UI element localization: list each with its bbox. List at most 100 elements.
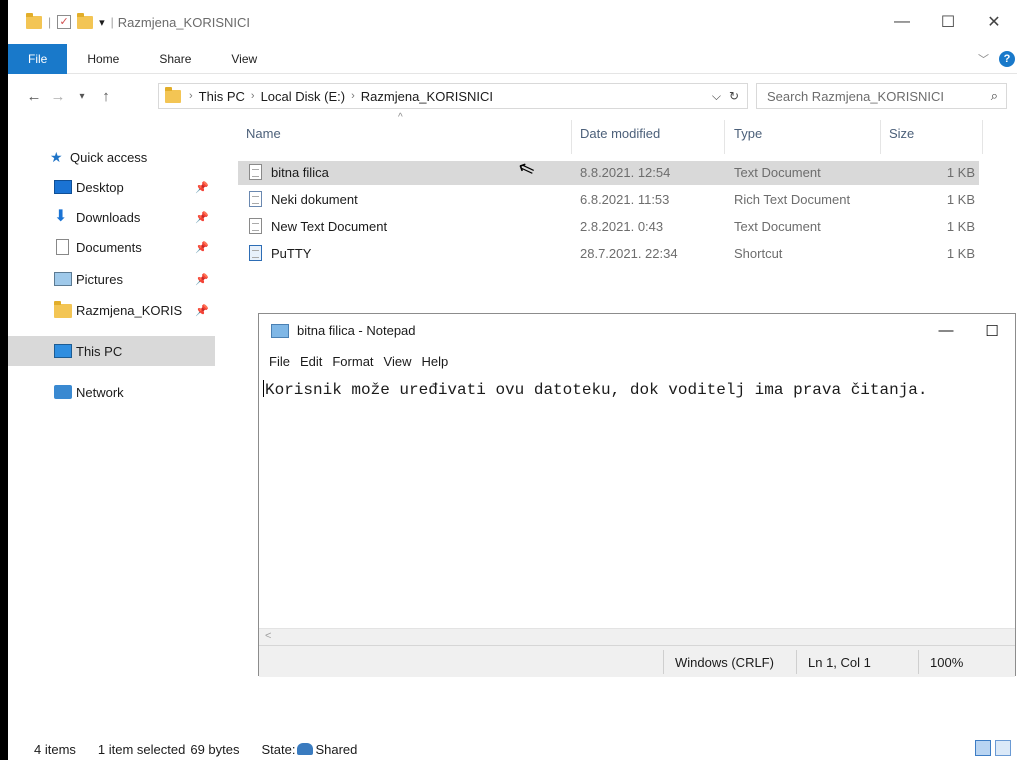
breadcrumb-chevron-icon[interactable]: › — [351, 90, 355, 102]
notepad-maximize-button[interactable]: ☐ — [969, 314, 1015, 347]
notepad-titlebar[interactable]: bitna filica - Notepad — ☐ — [259, 314, 1015, 347]
pin-icon[interactable]: 📌 — [195, 241, 209, 254]
file-type: Text Document — [734, 165, 821, 180]
pin-icon[interactable]: 📌 — [195, 273, 209, 286]
zoom-level: 100% — [930, 655, 964, 670]
nav-razmjena[interactable]: Razmjena_KORIS 📌 — [8, 295, 215, 325]
nav-quick-access[interactable]: ★ Quick access — [8, 142, 215, 172]
breadcrumb-chevron-icon[interactable]: › — [189, 90, 193, 102]
text-file-icon — [249, 218, 262, 234]
help-icon[interactable]: ? — [999, 50, 1015, 67]
file-type: Text Document — [734, 219, 821, 234]
file-size: 1 KB — [946, 192, 975, 207]
window-title: Razmjena_KORISNICI — [117, 14, 250, 30]
downloads-icon: ⬇ — [54, 208, 68, 225]
shared-users-icon — [297, 743, 314, 755]
properties-icon[interactable]: ✓ — [57, 15, 72, 29]
maximize-button[interactable]: ☐ — [925, 0, 971, 44]
scroll-left-icon[interactable]: < — [265, 630, 271, 642]
address-bar[interactable]: › This PC › Local Disk (E:) › Razmjena_K… — [158, 83, 748, 109]
item-count: 4 items — [34, 741, 76, 757]
search-icon[interactable]: ⌕ — [991, 88, 998, 104]
separator: | — [48, 15, 52, 29]
column-header-name[interactable]: Name — [246, 126, 281, 150]
tab-share[interactable]: Share — [139, 44, 211, 74]
tab-home[interactable]: Home — [67, 44, 139, 74]
search-placeholder: Search Razmjena_KORISNICI — [767, 88, 945, 104]
tab-file[interactable]: File — [8, 43, 68, 74]
file-date: 8.8.2021. 12:54 — [580, 165, 671, 180]
breadcrumb-this-pc[interactable]: This PC — [199, 89, 245, 104]
nav-this-pc[interactable]: This PC — [8, 336, 215, 366]
file-row[interactable]: bitna filica 8.8.2021. 12:54 Text Docume… — [238, 161, 979, 185]
tab-view[interactable]: View — [211, 44, 277, 74]
folder-icon — [165, 86, 181, 103]
file-row[interactable]: New Text Document 2.8.2021. 0:43 Text Do… — [238, 215, 979, 239]
address-row: ← → ▾ ↑ › This PC › Local Disk (E:) › Ra… — [8, 80, 1017, 112]
notepad-text-area[interactable]: Korisnik može uređivati ovu datoteku, do… — [263, 380, 1011, 399]
column-divider[interactable] — [880, 120, 881, 154]
minimize-button[interactable]: — — [879, 0, 925, 44]
star-icon: ★ — [50, 148, 63, 165]
breadcrumb-local-disk[interactable]: Local Disk (E:) — [261, 89, 346, 104]
nav-network[interactable]: Network — [8, 377, 215, 407]
menu-view[interactable]: View — [384, 354, 412, 369]
file-date: 6.8.2021. 11:53 — [580, 192, 670, 207]
file-row[interactable]: PuTTY 28.7.2021. 22:34 Shortcut 1 KB — [238, 242, 979, 266]
horizontal-scrollbar[interactable]: < — [259, 628, 1015, 645]
address-dropdown-icon[interactable]: ⌵ — [712, 89, 721, 104]
nav-downloads[interactable]: ⬇ Downloads 📌 — [8, 202, 215, 232]
up-arrow-icon[interactable]: ↑ — [94, 88, 118, 105]
forward-arrow-icon[interactable]: → — [46, 88, 70, 105]
file-size: 1 KB — [946, 246, 975, 261]
pictures-icon — [54, 272, 72, 286]
nav-label: Downloads — [76, 209, 141, 225]
nav-desktop[interactable]: Desktop 📌 — [8, 172, 215, 202]
menu-format[interactable]: Format — [332, 354, 373, 369]
column-header-size[interactable]: Size — [889, 126, 914, 150]
breadcrumb-chevron-icon[interactable]: › — [251, 90, 255, 102]
nav-label: Desktop — [76, 179, 124, 195]
file-size: 1 KB — [946, 219, 975, 234]
nav-label: Quick access — [70, 149, 148, 165]
column-header-type[interactable]: Type — [734, 126, 762, 150]
separator: | — [110, 15, 114, 29]
nav-documents[interactable]: Documents 📌 — [8, 232, 215, 262]
status-divider — [663, 650, 664, 674]
column-divider[interactable] — [982, 120, 983, 154]
pin-icon[interactable]: 📌 — [195, 211, 209, 224]
expand-ribbon-icon[interactable]: ﹀ — [978, 51, 989, 67]
refresh-icon[interactable]: ↻ — [729, 89, 739, 104]
breadcrumb-current-folder[interactable]: Razmjena_KORISNICI — [361, 89, 493, 104]
explorer-status-bar: 4 items 1 item selected 69 bytes State: … — [8, 738, 1017, 760]
notepad-minimize-button[interactable]: — — [923, 314, 969, 347]
pin-icon[interactable]: 📌 — [195, 304, 209, 317]
column-divider[interactable] — [724, 120, 725, 154]
search-input[interactable]: Search Razmjena_KORISNICI ⌕ — [756, 83, 1007, 109]
column-divider[interactable] — [571, 120, 572, 154]
nav-label: This PC — [76, 343, 123, 359]
notepad-content: Korisnik može uređivati ovu datoteku, do… — [265, 381, 928, 399]
navigation-pane: ★ Quick access Desktop 📌 ⬇ Downloads 📌 D… — [8, 112, 218, 722]
menu-file[interactable]: File — [269, 354, 290, 369]
details-view-icon[interactable] — [975, 740, 991, 756]
pin-icon[interactable]: 📌 — [195, 181, 209, 194]
menu-help[interactable]: Help — [421, 354, 448, 369]
customize-toolbar-icon[interactable]: ▾ — [99, 16, 105, 29]
window-controls: — ☐ ✕ — [879, 0, 1017, 44]
notepad-menu-bar: File Edit Format View Help — [259, 350, 1015, 372]
quick-access-toolbar: | ✓ ▾ | — [26, 12, 114, 29]
close-button[interactable]: ✕ — [971, 0, 1017, 44]
new-folder-icon[interactable] — [77, 12, 94, 29]
ribbon-tabs: File Home Share View ﹀ ? — [8, 43, 1017, 74]
file-row[interactable]: Neki dokument 6.8.2021. 11:53 Rich Text … — [238, 188, 979, 212]
text-caret — [263, 380, 264, 397]
menu-edit[interactable]: Edit — [300, 354, 322, 369]
left-screen-edge — [0, 0, 8, 760]
file-type: Rich Text Document — [734, 192, 851, 207]
back-arrow-icon[interactable]: ← — [22, 88, 46, 105]
recent-locations-icon[interactable]: ▾ — [70, 91, 94, 102]
nav-pictures[interactable]: Pictures 📌 — [8, 264, 215, 294]
column-header-date[interactable]: Date modified — [580, 126, 660, 150]
large-icons-view-icon[interactable] — [995, 740, 1011, 756]
